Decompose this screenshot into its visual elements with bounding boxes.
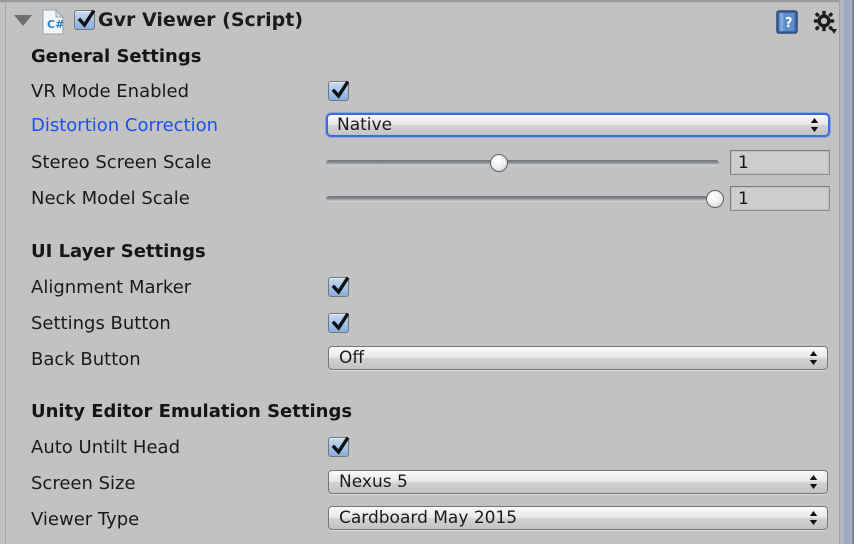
checkbox-settings-button[interactable] — [328, 312, 350, 333]
checkbox-alignment-marker[interactable] — [328, 276, 350, 297]
svg-text:C#: C# — [47, 18, 64, 31]
slider-track — [326, 196, 719, 202]
component-enabled-checkbox[interactable] — [74, 9, 96, 30]
dropdown-screen-size[interactable]: Nexus 5 — [328, 470, 828, 494]
numberfield-stereo-screen-scale[interactable]: 1 — [730, 150, 830, 175]
csharp-script-icon: C# — [42, 8, 64, 35]
row-label-stereo-screen-scale: Stereo Screen Scale — [31, 152, 212, 173]
row-label-back-button: Back Button — [31, 349, 141, 370]
row-label-vr-mode-enabled: VR Mode Enabled — [31, 81, 190, 102]
dropdown-value-back-button: Off — [339, 348, 365, 368]
checkmark-icon — [331, 312, 350, 331]
checkbox-vr-mode-enabled[interactable] — [328, 80, 350, 101]
numberfield-neck-model-scale[interactable]: 1 — [730, 186, 830, 211]
gear-dropdown-icon[interactable] — [812, 9, 838, 35]
row-label-auto-untilt-head: Auto Untilt Head — [31, 437, 181, 458]
foldout-triangle-icon[interactable] — [14, 15, 32, 26]
checkmark-icon — [331, 436, 350, 455]
row-label-distortion-correction: Distortion Correction — [31, 115, 219, 136]
updown-arrows-icon — [810, 118, 819, 132]
updown-arrows-icon — [809, 351, 818, 365]
row-label-settings-button: Settings Button — [31, 313, 171, 334]
svg-text:?: ? — [785, 16, 793, 31]
row-label-viewer-type: Viewer Type — [31, 509, 140, 530]
numberfield-value: 1 — [738, 188, 749, 209]
dropdown-distortion-correction[interactable]: Native — [326, 113, 830, 137]
component-header[interactable]: C# Gvr Viewer (Script) ? — [6, 3, 840, 39]
slider-handle[interactable] — [706, 190, 725, 208]
dropdown-value-distortion-correction: Native — [337, 115, 393, 135]
section-title-unity-editor-emulation-settings: Unity Editor Emulation Settings — [31, 401, 353, 422]
help-book-icon[interactable]: ? — [775, 9, 800, 35]
row-label-screen-size: Screen Size — [31, 473, 136, 494]
dropdown-back-button[interactable]: Off — [328, 346, 828, 370]
inspector-panel: C# Gvr Viewer (Script) ? General Setting… — [0, 0, 854, 544]
checkbox-auto-untilt-head[interactable] — [328, 436, 350, 457]
dropdown-value-screen-size: Nexus 5 — [339, 472, 408, 492]
checkmark-icon — [331, 80, 350, 99]
slider-stereo-screen-scale[interactable] — [326, 153, 719, 173]
dropdown-viewer-type[interactable]: Cardboard May 2015 — [328, 506, 828, 530]
row-label-neck-model-scale: Neck Model Scale — [31, 188, 190, 209]
section-title-ui-layer-settings: UI Layer Settings — [31, 241, 206, 262]
slider-neck-model-scale[interactable] — [326, 189, 725, 209]
panel-left-edge — [5, 3, 6, 544]
slider-handle[interactable] — [489, 154, 508, 172]
updown-arrows-icon — [809, 511, 818, 525]
dropdown-value-viewer-type: Cardboard May 2015 — [339, 508, 518, 528]
section-title-general-settings: General Settings — [31, 46, 202, 67]
row-label-alignment-marker: Alignment Marker — [31, 277, 192, 298]
checkmark-icon — [331, 276, 350, 295]
numberfield-value: 1 — [738, 152, 749, 173]
checkmark-icon — [77, 9, 96, 28]
updown-arrows-icon — [809, 475, 818, 489]
slider-track — [326, 160, 719, 166]
component-title: Gvr Viewer (Script) — [98, 9, 304, 31]
